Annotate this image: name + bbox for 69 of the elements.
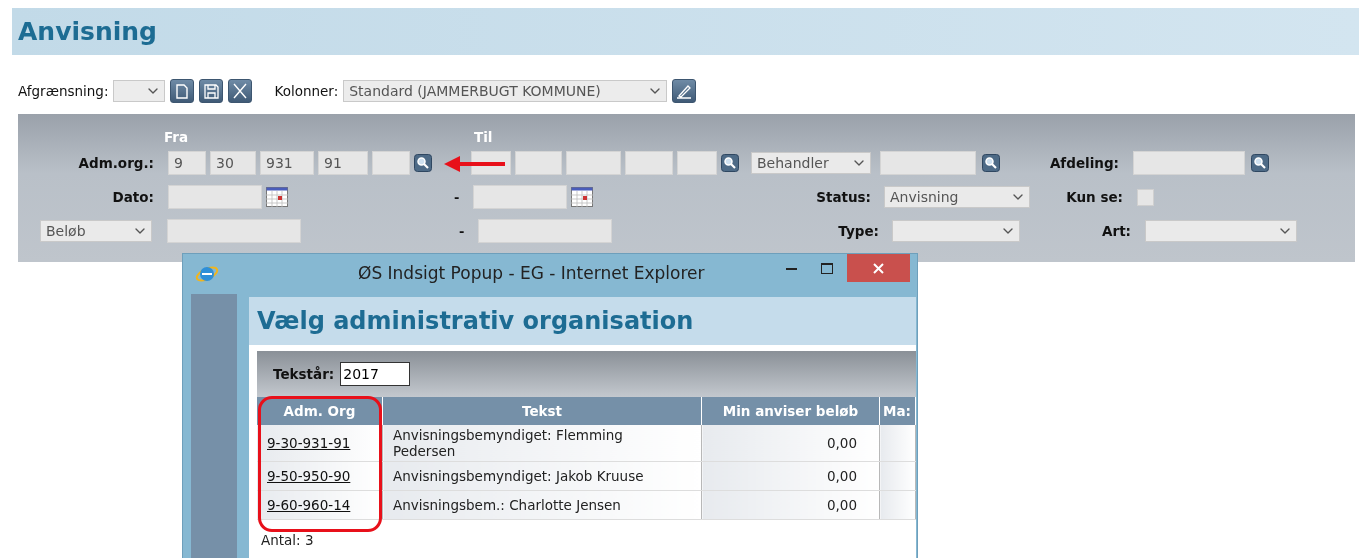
view-only-label: Kun se: <box>1065 189 1123 205</box>
adm-org-label: Adm.org.: <box>77 155 154 171</box>
adm-org-from-field[interactable]: 30 <box>210 151 256 175</box>
date-to-field[interactable] <box>473 185 567 209</box>
text-cell: Anvisningsbemyndiget: Flemming Pedersen <box>382 425 702 462</box>
amount-cell: 0,00 <box>701 425 880 462</box>
window-title: ØS Indsigt Popup - EG - Internet Explorer <box>358 263 705 283</box>
amount-select[interactable]: Beløb <box>40 220 152 242</box>
calendar-icon[interactable] <box>266 187 288 207</box>
close-icon <box>233 83 248 99</box>
adm-org-to-field[interactable] <box>566 151 621 175</box>
adm-org-from-field[interactable]: 9 <box>168 151 206 175</box>
pencil-icon <box>676 83 693 99</box>
view-only-checkbox[interactable] <box>1137 188 1154 206</box>
popup-title: Vælg administrativ organisation <box>257 307 694 335</box>
kind-label: Art: <box>1101 223 1131 239</box>
amount-cell: 0,00 <box>701 490 880 520</box>
adm-org-to-field[interactable] <box>677 151 717 175</box>
adm-org-from-field[interactable]: 931 <box>260 151 314 175</box>
adm-org-from-field[interactable]: 91 <box>318 151 368 175</box>
department-label: Afdeling: <box>1048 155 1119 171</box>
adm-org-to-field[interactable] <box>625 151 673 175</box>
search-icon[interactable] <box>1251 154 1269 172</box>
column-header: Tekst <box>382 397 702 425</box>
column-header: Adm. Org <box>257 397 383 425</box>
handler-field[interactable] <box>880 151 976 175</box>
status-label: Status: <box>815 189 871 205</box>
search-icon[interactable] <box>721 154 739 172</box>
row-count: Antal: 3 <box>261 532 315 548</box>
type-select[interactable] <box>892 220 1020 242</box>
amount-cell: 0,00 <box>701 461 880 491</box>
handler-select[interactable]: Behandler <box>751 152 871 174</box>
delete-button[interactable] <box>228 79 253 103</box>
close-button[interactable] <box>847 254 910 282</box>
date-label: Dato: <box>111 189 154 205</box>
calendar-icon[interactable] <box>571 187 593 207</box>
columns-select[interactable]: Standard (JAMMERBUGT KOMMUNE) <box>343 80 668 102</box>
page-title: Anvisning <box>18 17 157 46</box>
save-button[interactable] <box>199 79 224 103</box>
range-separator: - <box>454 189 461 205</box>
kind-select[interactable] <box>1145 220 1297 242</box>
date-from-field[interactable] <box>168 185 262 209</box>
text-cell: Anvisningsbemyndiget: Jakob Kruuse <box>382 461 702 491</box>
search-icon[interactable] <box>414 154 432 172</box>
year-input[interactable]: 2017 <box>340 362 411 386</box>
adm-org-from-field[interactable] <box>372 151 410 175</box>
minimize-icon <box>785 266 797 270</box>
department-field[interactable] <box>1133 151 1245 175</box>
edit-button[interactable] <box>672 79 697 103</box>
adm-org-to-field[interactable] <box>515 151 562 175</box>
maximize-icon <box>821 262 833 274</box>
range-separator: - <box>459 223 466 239</box>
amount-from-field[interactable] <box>167 219 301 243</box>
filter-label: Afgrænsning: <box>18 83 109 99</box>
column-header: Ma: <box>879 397 916 425</box>
document-icon <box>176 83 189 99</box>
search-icon[interactable] <box>982 154 1000 172</box>
year-label: Tekstår: <box>273 366 335 382</box>
pointer-arrow <box>444 155 506 173</box>
type-label: Type: <box>837 223 879 239</box>
columns-label: Kolonner: <box>274 83 339 99</box>
status-select[interactable]: Anvisning <box>884 186 1030 208</box>
from-heading: Fra <box>164 129 190 145</box>
amount-to-field[interactable] <box>478 219 612 243</box>
text-cell: Anvisningsbem.: Charlotte Jensen <box>382 490 702 520</box>
close-icon <box>873 262 884 274</box>
column-header: Min anviser beløb <box>701 397 880 425</box>
to-heading: Til <box>474 129 493 145</box>
new-document-button[interactable] <box>170 79 195 103</box>
